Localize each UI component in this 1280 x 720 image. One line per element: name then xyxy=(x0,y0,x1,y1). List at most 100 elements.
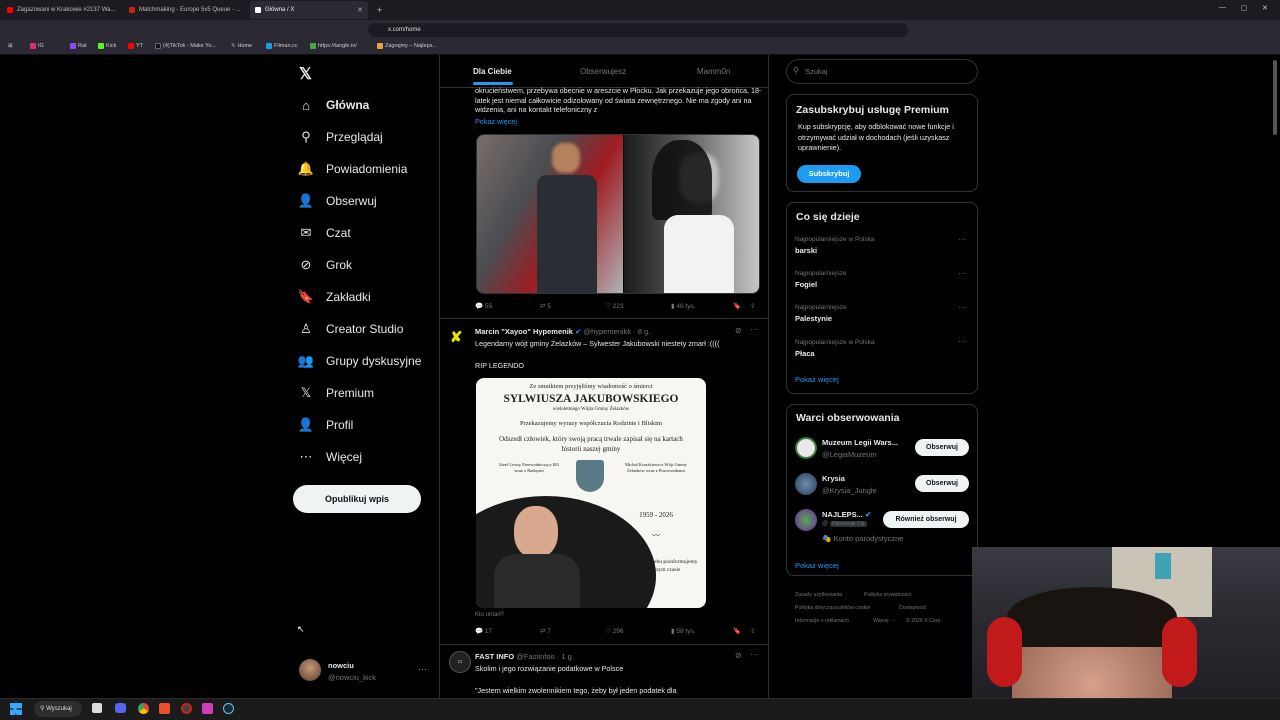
krysia-avatar[interactable] xyxy=(795,473,817,495)
sidebar-item-9[interactable]: 👥 Grupy dyskusyjne xyxy=(298,353,421,369)
footer-link[interactable]: Dostępność xyxy=(899,605,926,611)
sidebar-item-5[interactable]: ✉ Czat xyxy=(298,225,351,241)
search-input[interactable]: Szukaj xyxy=(786,59,978,84)
trend-more-icon[interactable]: ··· xyxy=(958,303,966,312)
obs-icon[interactable] xyxy=(181,703,192,714)
minimize-icon[interactable]: — xyxy=(1219,4,1226,11)
footer-link[interactable]: Polityka dotycząca plików cookie xyxy=(795,605,870,611)
tweet-more-icon[interactable]: ··· xyxy=(750,650,758,659)
bookmark-item[interactable]: (4)TikTok - Make Yo... xyxy=(155,43,216,49)
close-tab-icon[interactable]: ✕ xyxy=(357,6,363,14)
follow-suggestion-name[interactable]: Muzeum Legii Wars... xyxy=(822,438,898,447)
trend-item[interactable]: Najpopularniejsze w Polska barski xyxy=(795,236,875,255)
browser-tab-2[interactable]: Matchmaking - Europe 5v5 Queue - ... xyxy=(124,1,242,19)
taskbar-search[interactable]: ⚲ Wyszukaj xyxy=(34,701,82,717)
tweet-1-show-more[interactable]: Pokaż więcej xyxy=(475,117,762,127)
follow-suggestion-name[interactable]: NAJLEPS... ✔ xyxy=(822,510,871,519)
follow-button[interactable]: Obserwuj xyxy=(915,475,969,492)
sidebar-item-11[interactable]: 👤 Profil xyxy=(298,417,353,433)
discord-icon[interactable] xyxy=(115,703,126,713)
new-tab-button[interactable]: + xyxy=(372,1,386,19)
tweet-1-photo-right[interactable] xyxy=(624,135,759,293)
subscribe-button[interactable]: Subskrybuj xyxy=(797,165,861,183)
views-button[interactable]: ▮ 58 tys. xyxy=(671,627,696,635)
close-window-icon[interactable]: ✕ xyxy=(1262,4,1268,12)
sidebar-item-4[interactable]: 👤 Obserwuj xyxy=(298,193,377,209)
bookmark-item[interactable]: YT xyxy=(128,43,143,49)
muzeum-legii-avatar[interactable] xyxy=(795,437,817,459)
windows-start-icon[interactable] xyxy=(10,703,22,715)
bookmark-item[interactable]: https://tangle.io/ xyxy=(310,43,357,49)
grok-icon[interactable]: ⊘ xyxy=(735,326,742,335)
follow-back-button[interactable]: Również obserwuj xyxy=(883,511,969,528)
trend-item[interactable]: Najpopularniejsze Palestynie xyxy=(795,304,847,323)
browser-tab-1[interactable]: Zagazowani w Krakowie #2137 Wa... xyxy=(2,1,120,19)
bookmark-item[interactable]: Zagrajmy – Najleps... xyxy=(377,43,437,49)
tweet-more-icon[interactable]: ··· xyxy=(750,325,758,334)
bookmark-icon[interactable]: 🔖 xyxy=(733,627,741,635)
repost-button[interactable]: ⇄ 7 xyxy=(540,627,551,635)
who-to-follow-show-more[interactable]: Pokaż więcej xyxy=(795,561,839,570)
reply-button[interactable]: 💬 55 xyxy=(475,302,492,310)
tweet-2-handle[interactable]: @hypemenikk · 8 g. xyxy=(583,327,650,336)
apps-icon[interactable]: ⊞ xyxy=(8,43,13,49)
bookmark-item[interactable]: IG xyxy=(30,43,44,49)
sidebar-item-1[interactable]: ⌂ Główna xyxy=(298,97,369,113)
footer-link[interactable]: Więcej ··· xyxy=(873,618,895,624)
tab-list-mammon[interactable]: Mamm0n xyxy=(697,67,730,76)
trends-show-more[interactable]: Pokaż więcej xyxy=(795,375,839,384)
fastinfo-avatar[interactable]: ▭ xyxy=(449,651,471,673)
tab-following[interactable]: Obserwujesz xyxy=(580,67,626,76)
like-button[interactable]: ♡ 223 xyxy=(605,302,624,310)
steam-icon[interactable] xyxy=(223,703,234,714)
trend-item[interactable]: Najpopularniejsze Fogiel xyxy=(795,270,847,289)
reply-button[interactable]: 💬 17 xyxy=(475,627,492,635)
bookmark-item[interactable]: Filman.cc xyxy=(266,43,298,49)
sidebar-item-8[interactable]: ♙ Creator Studio xyxy=(298,321,403,337)
follow-button[interactable]: Obserwuj xyxy=(915,439,969,456)
trend-more-icon[interactable]: ··· xyxy=(958,235,966,244)
share-icon[interactable]: ⇧ xyxy=(750,302,755,310)
trend-more-icon[interactable]: ··· xyxy=(958,337,966,346)
bookmark-item[interactable]: Kick xyxy=(98,43,116,49)
bookmark-item[interactable]: Rat xyxy=(70,43,87,49)
trend-item[interactable]: Najpopularniejsze w Polska Płaca xyxy=(795,339,875,358)
sidebar-item-12[interactable]: ⋯ Więcej xyxy=(298,449,363,465)
like-button[interactable]: ♡ 296 xyxy=(605,627,624,635)
repost-button[interactable]: ⇄ 5 xyxy=(540,302,551,310)
page-scrollbar[interactable] xyxy=(1273,60,1277,135)
chrome-icon[interactable] xyxy=(138,703,149,714)
views-button[interactable]: ▮ 46 tys. xyxy=(671,302,696,310)
xayoo-avatar[interactable]: ✘ xyxy=(450,328,470,348)
brave-icon[interactable] xyxy=(159,703,170,714)
share-icon[interactable]: ⇧ xyxy=(750,627,755,635)
maximize-icon[interactable]: ▢ xyxy=(1241,4,1248,12)
tweet-3-handle[interactable]: @Fastinfoo · 1 g. xyxy=(516,652,574,661)
footer-link[interactable]: Polityka prywatności xyxy=(864,592,911,598)
follow-suggestion-name[interactable]: Krysia xyxy=(822,474,845,483)
task-view-icon[interactable] xyxy=(92,703,102,713)
account-avatar[interactable] xyxy=(299,659,321,681)
sidebar-item-6[interactable]: ⊘ Grok xyxy=(298,257,352,273)
footer-link[interactable]: Informacje o reklamach xyxy=(795,618,849,624)
footer-link[interactable]: Zasady użytkowania xyxy=(795,592,842,598)
post-button[interactable]: Opublikuj wpis xyxy=(293,485,421,513)
trend-more-icon[interactable]: ··· xyxy=(958,269,966,278)
najlepsi-avatar[interactable] xyxy=(795,509,817,531)
tweet-2-author[interactable]: Marcin "Xayoo" Hypemenik xyxy=(475,327,573,336)
bookmark-icon[interactable]: 🔖 xyxy=(733,302,741,310)
tweet-3-author[interactable]: FAST INFO xyxy=(475,652,514,661)
sidebar-item-7[interactable]: 🔖 Zakładki xyxy=(298,289,371,305)
obituary-image[interactable]: Ze smutkiem przyjęliśmy wiadomość o śmie… xyxy=(476,378,706,608)
url-field[interactable]: x.com/home xyxy=(368,23,908,37)
sidebar-item-2[interactable]: ⚲ Przeglądaj xyxy=(298,129,382,145)
browser-tab-3[interactable]: Główna / X ✕ xyxy=(250,1,368,19)
tab-for-you[interactable]: Dla Ciebie xyxy=(473,67,512,76)
grok-icon[interactable]: ⊘ xyxy=(735,651,742,660)
sidebar-item-10[interactable]: 𝕏 Premium xyxy=(298,385,374,401)
tweet-1-media[interactable] xyxy=(476,134,760,294)
sidebar-item-3[interactable]: 🔔 Powiadomienia xyxy=(298,161,407,177)
account-menu-icon[interactable]: ··· xyxy=(418,664,427,674)
bookmark-item[interactable]: 𝕏 Home xyxy=(231,43,252,49)
app-icon[interactable] xyxy=(202,703,213,714)
